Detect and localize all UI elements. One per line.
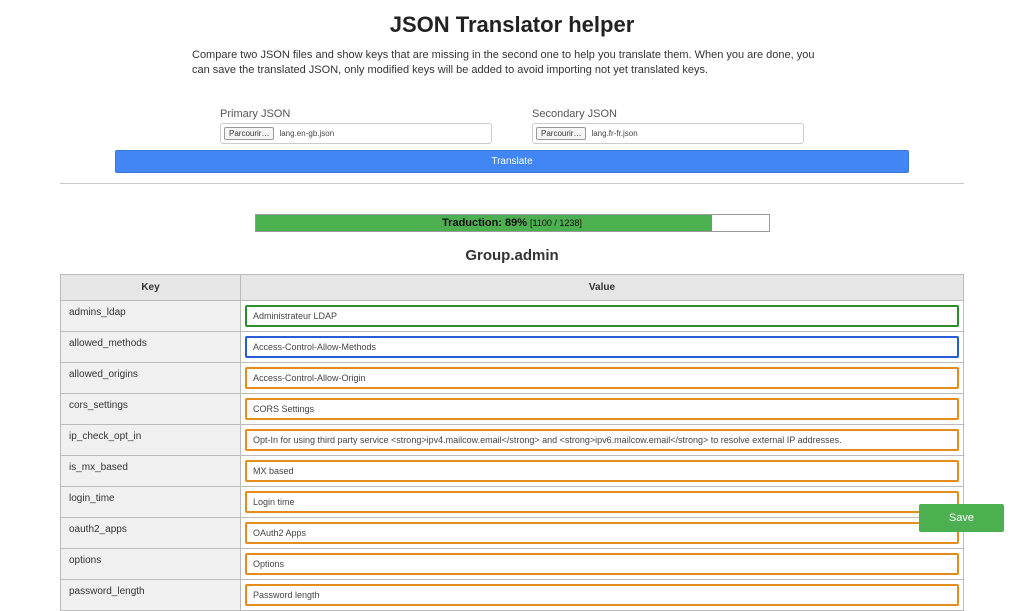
page-title: JSON Translator helper: [60, 12, 964, 38]
value-input[interactable]: [245, 398, 959, 420]
secondary-json-label: Secondary JSON: [532, 108, 804, 120]
table-row: login_time: [61, 486, 964, 517]
value-cell: [241, 362, 964, 393]
table-row: is_mx_based: [61, 455, 964, 486]
value-input[interactable]: [245, 305, 959, 327]
primary-json-block: Primary JSON Parcourir… lang.en-gb.json: [220, 108, 492, 144]
value-input[interactable]: [245, 491, 959, 513]
primary-json-input[interactable]: Parcourir… lang.en-gb.json: [220, 123, 492, 144]
progress-label: Traduction:: [442, 217, 502, 229]
key-cell: login_time: [61, 486, 241, 517]
key-cell: allowed_origins: [61, 362, 241, 393]
save-button[interactable]: Save: [919, 504, 1004, 532]
col-header-key: Key: [61, 274, 241, 300]
group-title: Group.admin: [60, 247, 964, 264]
value-cell: [241, 331, 964, 362]
value-input[interactable]: [245, 522, 959, 544]
value-input[interactable]: [245, 584, 959, 606]
translate-button[interactable]: Translate: [115, 150, 909, 173]
value-input[interactable]: [245, 553, 959, 575]
value-input[interactable]: [245, 367, 959, 389]
progress-counts: [1100 / 1238]: [530, 218, 582, 228]
value-cell: [241, 486, 964, 517]
key-cell: ip_check_opt_in: [61, 424, 241, 455]
primary-filename: lang.en-gb.json: [279, 129, 334, 138]
table-row: admins_ldap: [61, 300, 964, 331]
progress-text: Traduction: 89% [1100 / 1238]: [256, 215, 769, 231]
value-cell: [241, 548, 964, 579]
value-cell: [241, 393, 964, 424]
secondary-json-input[interactable]: Parcourir… lang.fr-fr.json: [532, 123, 804, 144]
key-cell: allowed_methods: [61, 331, 241, 362]
table-row: options: [61, 548, 964, 579]
key-cell: password_length: [61, 579, 241, 610]
key-cell: is_mx_based: [61, 455, 241, 486]
value-cell: [241, 579, 964, 610]
table-row: ip_check_opt_in: [61, 424, 964, 455]
primary-browse-button[interactable]: Parcourir…: [224, 127, 274, 140]
secondary-browse-button[interactable]: Parcourir…: [536, 127, 586, 140]
value-cell: [241, 300, 964, 331]
divider: [60, 183, 964, 184]
key-cell: cors_settings: [61, 393, 241, 424]
col-header-value: Value: [241, 274, 964, 300]
primary-json-label: Primary JSON: [220, 108, 492, 120]
key-cell: options: [61, 548, 241, 579]
table-row: allowed_methods: [61, 331, 964, 362]
secondary-json-block: Secondary JSON Parcourir… lang.fr-fr.jso…: [532, 108, 804, 144]
value-input[interactable]: [245, 336, 959, 358]
value-cell: [241, 455, 964, 486]
value-cell: [241, 517, 964, 548]
translation-table: Key Value admins_ldapallowed_methodsallo…: [60, 274, 964, 611]
file-uploads: Primary JSON Parcourir… lang.en-gb.json …: [220, 108, 804, 144]
page-description: Compare two JSON files and show keys tha…: [192, 48, 832, 78]
key-cell: admins_ldap: [61, 300, 241, 331]
progress-percent: 89%: [505, 217, 527, 229]
value-input[interactable]: [245, 429, 959, 451]
table-row: allowed_origins: [61, 362, 964, 393]
value-cell: [241, 424, 964, 455]
table-row: oauth2_apps: [61, 517, 964, 548]
secondary-filename: lang.fr-fr.json: [591, 129, 637, 138]
key-cell: oauth2_apps: [61, 517, 241, 548]
progress-bar: Traduction: 89% [1100 / 1238]: [255, 214, 770, 232]
value-input[interactable]: [245, 460, 959, 482]
table-row: cors_settings: [61, 393, 964, 424]
table-row: password_length: [61, 579, 964, 610]
